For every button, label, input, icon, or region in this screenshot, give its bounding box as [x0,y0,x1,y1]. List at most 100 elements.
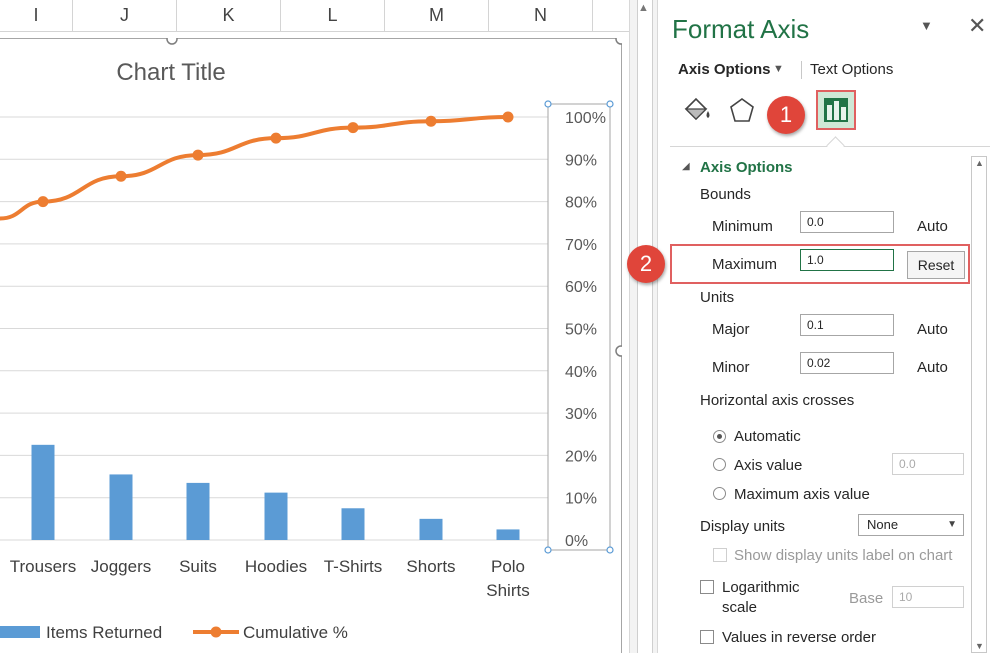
effects-pentagon-icon[interactable] [724,93,760,129]
reverse-order-checkbox[interactable] [700,630,714,644]
display-units-value: None [867,517,899,532]
secondary-axis-tick-label: 40% [565,364,597,381]
radio-axis-value-label[interactable]: Axis value [734,457,802,474]
chart-title[interactable]: Chart Title [116,59,225,86]
bar[interactable] [31,444,55,540]
column-header-m[interactable]: M [385,0,489,31]
secondary-axis-tick-label: 30% [565,406,597,423]
collapse-triangle-icon[interactable]: ◢ [682,161,690,172]
units-label: Units [700,289,735,306]
column-header-j[interactable]: J [73,0,177,31]
bar-series[interactable] [31,444,520,540]
pane-options-dropdown-icon[interactable]: ▼ [920,18,933,33]
chart-resize-handle[interactable] [615,345,622,357]
chart-resize-handle[interactable] [166,38,178,45]
callout-1: 1 [767,96,805,134]
minor-auto-label: Auto [917,359,948,376]
legend-line-marker [210,626,222,638]
bounds-label: Bounds [700,186,751,203]
category-label: T-Shirts [324,557,383,576]
line-marker[interactable] [115,170,127,182]
category-label: Hoodies [245,557,307,576]
close-icon[interactable]: ✕ [968,13,986,39]
minimum-input[interactable]: 0.0 [800,211,894,233]
radio-automatic[interactable] [713,430,726,443]
section-axis-options[interactable]: Axis Options [700,159,793,176]
sheet-vertical-scrollbar[interactable]: ▲ [629,0,658,653]
tab-axis-options[interactable]: Axis Options [678,61,771,78]
minor-label: Minor [712,359,750,376]
fill-line-icon[interactable] [678,93,714,129]
bar[interactable] [496,529,520,540]
axis-options-bar-icon[interactable] [816,90,856,130]
radio-maximum-axis-value-label[interactable]: Maximum axis value [734,486,870,503]
display-units-label: Display units [700,518,786,535]
secondary-axis-tick-label: 70% [565,237,597,254]
bar[interactable] [186,482,210,540]
bar[interactable] [264,492,288,540]
logarithmic-label: Logarithmic [722,579,800,596]
bar[interactable] [109,474,133,540]
category-label: Joggers [91,557,151,576]
format-axis-pane: Format Axis ▼ ✕ Axis Options ▼ Text Opti… [657,0,1003,653]
category-label: Shirts [486,581,529,600]
column-header-k[interactable]: K [177,0,281,31]
major-input[interactable]: 0.1 [800,314,894,336]
reverse-order-label: Values in reverse order [722,629,876,646]
line-marker[interactable] [192,149,204,161]
line-marker[interactable] [502,111,514,123]
bar[interactable] [419,518,443,540]
pareto-chart[interactable]: Trousers Joggers Suits Hoodies T-Shirts Short… [0,38,622,653]
major-auto-label: Auto [917,321,948,338]
category-selection-notch [826,136,845,155]
scroll-up-icon[interactable]: ▲ [638,2,649,14]
tab-text-options[interactable]: Text Options [810,61,893,78]
pane-title: Format Axis [672,14,810,44]
line-marker[interactable] [270,132,282,144]
pane-scrollbar[interactable]: ▲ ▼ [971,156,987,653]
axis-resize-handle[interactable] [606,100,614,108]
bar[interactable] [341,508,365,540]
axis-value-input[interactable]: 0.0 [892,453,964,475]
line-marker[interactable] [347,122,359,134]
line-marker[interactable] [425,115,437,127]
show-display-units-checkbox[interactable] [713,548,727,562]
column-header-i[interactable]: I [0,0,73,31]
chart-resize-handle[interactable] [615,38,622,45]
scroll-up-icon[interactable]: ▲ [975,158,984,168]
column-header-l[interactable]: L [281,0,385,31]
minimum-label: Minimum [712,218,773,235]
category-label: Polo [491,557,525,576]
display-units-select[interactable]: None ▼ [858,514,964,536]
column-header-n[interactable]: N [489,0,593,31]
secondary-axis-tick-label: 100% [565,110,606,127]
chart-legend[interactable]: Items Returned Cumulative % [0,623,348,642]
radio-axis-value[interactable] [713,458,726,471]
secondary-axis[interactable]: 100% 90% 80% 70% 60% 50% 40% 30% 20% 10% 0% [544,100,614,554]
legend-label-cumulative[interactable]: Cumulative % [243,623,348,642]
minor-input[interactable]: 0.02 [800,352,894,374]
horizontal-axis-crosses-label: Horizontal axis crosses [700,392,855,409]
secondary-axis-tick-label: 20% [565,448,597,465]
axis-resize-handle[interactable] [544,546,552,554]
secondary-axis-tick-label: 50% [565,322,597,339]
chevron-down-icon[interactable]: ▼ [773,63,784,75]
scroll-thumb[interactable] [637,0,653,653]
base-input[interactable]: 10 [892,586,964,608]
gridlines [0,116,548,541]
category-label: Shorts [406,557,455,576]
major-label: Major [712,321,750,338]
axis-resize-handle[interactable] [606,546,614,554]
radio-automatic-label[interactable]: Automatic [734,428,801,445]
line-marker[interactable] [37,196,49,208]
maximum-highlight-box [670,244,970,284]
logarithmic-scale-checkbox[interactable] [700,580,714,594]
line-series[interactable] [0,111,514,221]
secondary-axis-tick-label: 60% [565,279,597,296]
show-display-units-label: Show display units label on chart [734,547,953,564]
scroll-down-icon[interactable]: ▼ [975,641,984,651]
legend-label-items-returned[interactable]: Items Returned [46,623,162,642]
cumulative-line[interactable] [0,115,509,221]
axis-resize-handle[interactable] [544,100,552,108]
radio-maximum-axis-value[interactable] [713,487,726,500]
